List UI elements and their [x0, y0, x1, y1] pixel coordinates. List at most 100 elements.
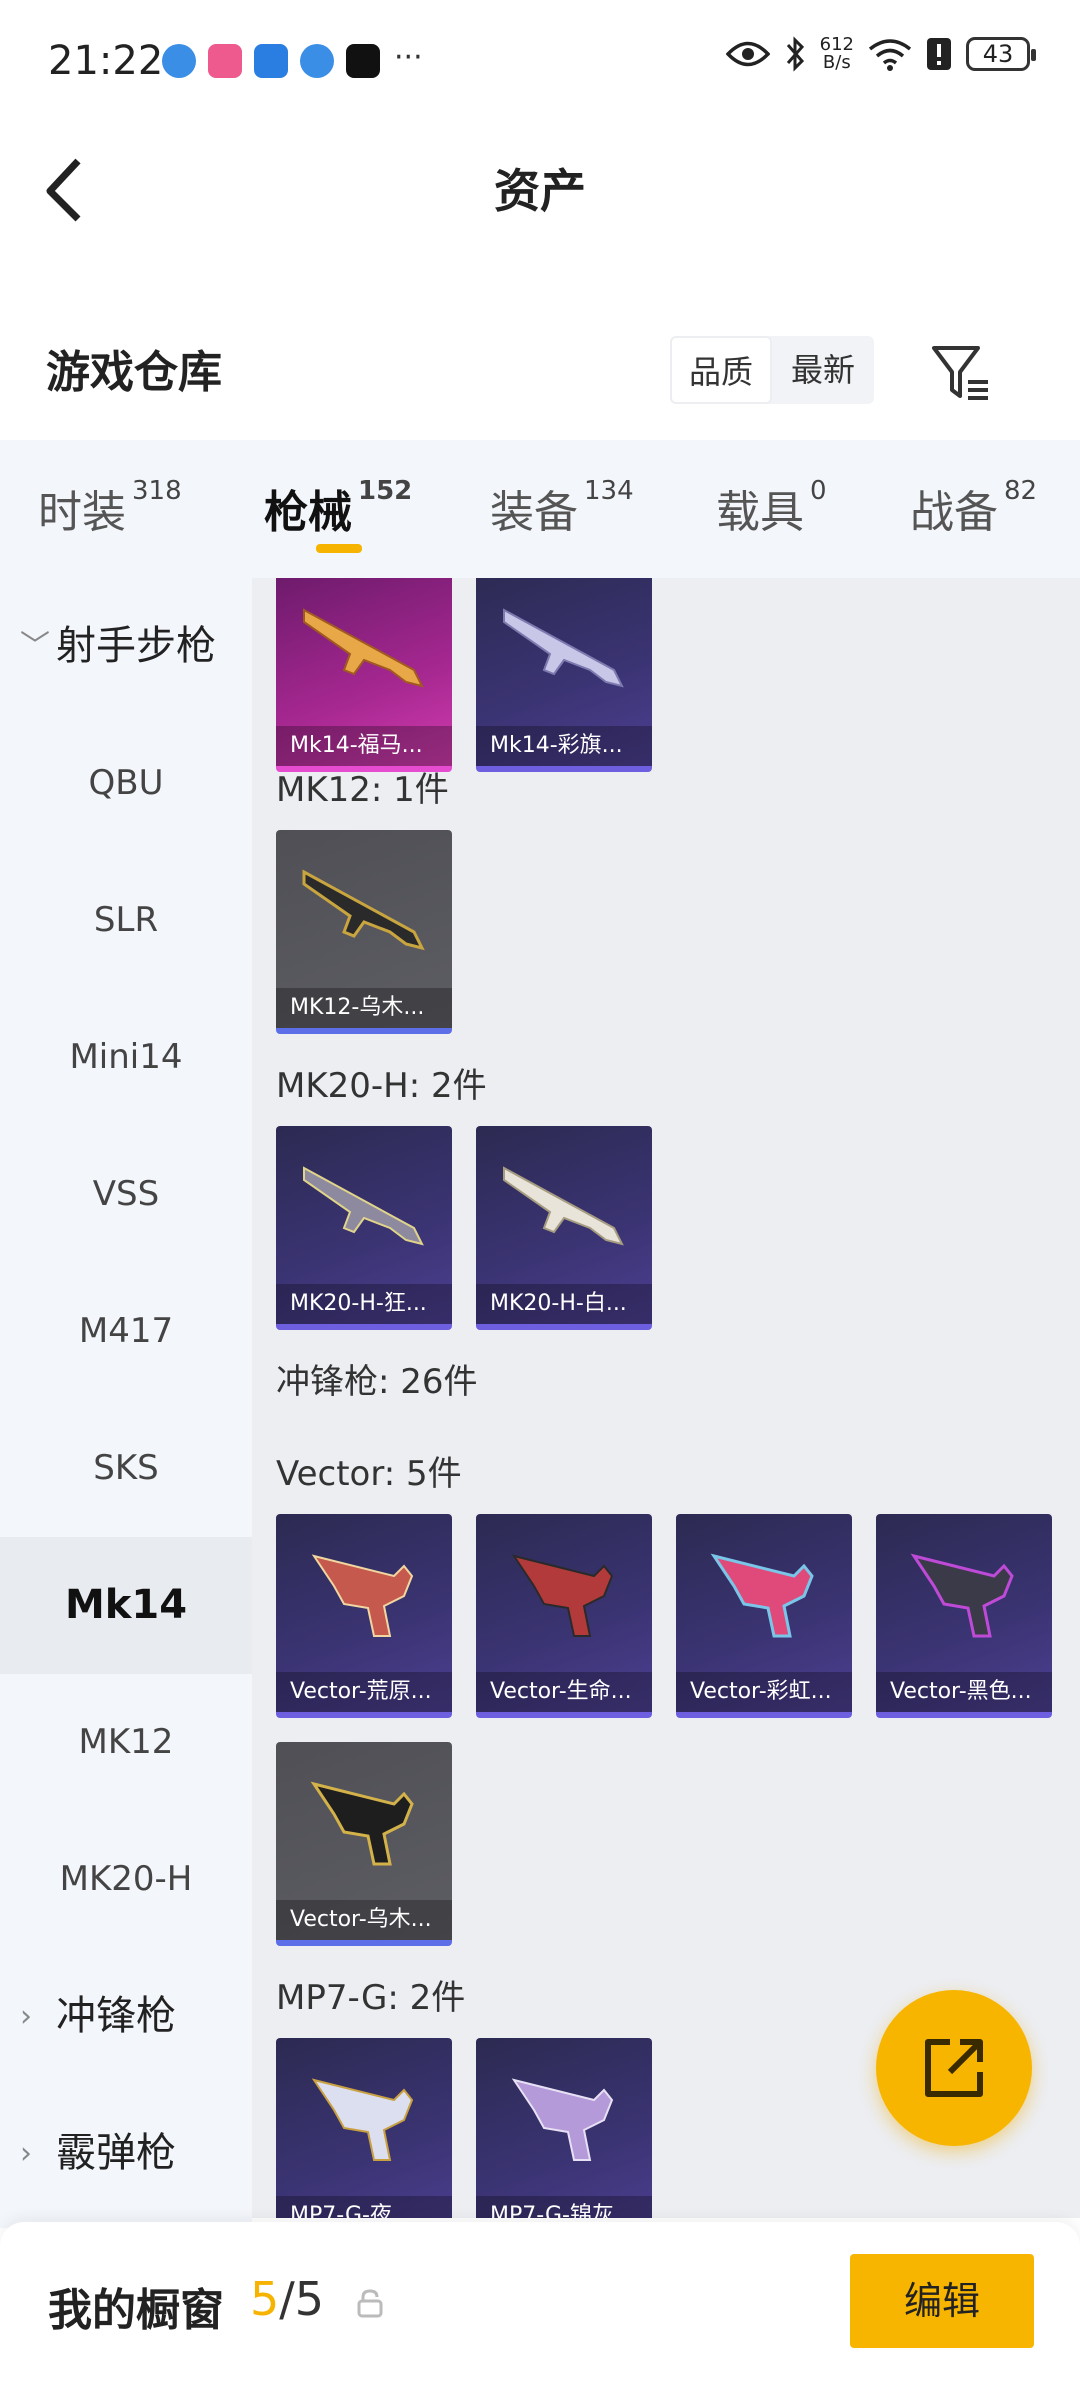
- item-card[interactable]: Vector-生命...: [476, 1514, 652, 1718]
- app-icon-pink: [208, 44, 242, 78]
- item-card[interactable]: Vector-黑色...: [876, 1514, 1052, 1718]
- smg-icon: [511, 1554, 614, 1637]
- sidebar-item-vss[interactable]: VSS: [0, 1126, 252, 1263]
- sidebar-item-mk14[interactable]: Mk14: [0, 1537, 252, 1674]
- tab-label: 战备: [910, 487, 998, 538]
- item-name: MK12-乌木...: [276, 988, 452, 1028]
- rifle-icon: [302, 869, 425, 951]
- item-card[interactable]: Vector-乌木...: [276, 1742, 452, 1946]
- item-name: MP7-G-夜...: [276, 2196, 452, 2218]
- item-name: Vector-生命...: [476, 1672, 652, 1712]
- battery-indicator: 43: [966, 37, 1036, 71]
- item-card[interactable]: MK20-H-白...: [476, 1126, 652, 1330]
- wifi-icon: [868, 39, 912, 71]
- lock-icon: [357, 2289, 383, 2318]
- sort-latest-button[interactable]: 最新: [772, 336, 874, 404]
- rifle-icon: [503, 608, 624, 688]
- section-title: 游戏仓库: [46, 347, 222, 398]
- items-grid: Mk14-福马... Mk14-彩旗... MK12: 1件 MK12-乌木..…: [252, 578, 1080, 2218]
- item-name: MK20-H-白...: [476, 1284, 652, 1324]
- sidebar-item-m417[interactable]: M417: [0, 1263, 252, 1400]
- edit-button[interactable]: 编辑: [850, 2254, 1034, 2348]
- app-icon-browser: [162, 44, 196, 78]
- group-heading: MK12: 1件: [276, 770, 449, 810]
- smg-icon: [311, 2078, 414, 2161]
- sidebar-item-slr[interactable]: SLR: [0, 852, 252, 989]
- chevron-right-icon: ›: [20, 1999, 32, 2034]
- tab-count: 152: [358, 476, 413, 506]
- item-card[interactable]: MK20-H-狂...: [276, 1126, 452, 1330]
- tab-count: 0: [810, 476, 827, 506]
- sidebar-item-mk12[interactable]: MK12: [0, 1674, 252, 1811]
- bluetooth-app-icon: [254, 44, 288, 78]
- sidebar-item-sks[interactable]: SKS: [0, 1400, 252, 1537]
- smg-icon: [910, 1553, 1014, 1638]
- sort-toggle: 品质 最新: [670, 336, 874, 404]
- active-tab-indicator: [316, 544, 362, 553]
- status-time: 21:22: [48, 38, 164, 84]
- sidebar-item-label: 冲锋枪: [56, 1993, 176, 2039]
- network-speed: 612 B/s: [820, 36, 854, 72]
- item-name: Mk14-彩旗...: [476, 726, 652, 766]
- tab-label: 枪械: [264, 487, 352, 538]
- item-name: MP7-G-锦灰...: [476, 2196, 652, 2218]
- tab-label: 载具: [716, 487, 804, 538]
- chevron-down-icon: ﹀: [20, 629, 50, 664]
- tab-equipment[interactable]: 装备 134: [490, 476, 634, 540]
- item-card[interactable]: Vector-彩虹...: [676, 1514, 852, 1718]
- more-notifications-icon: ···: [394, 40, 423, 75]
- sidebar-item-mini14[interactable]: Mini14: [0, 989, 252, 1126]
- sidebar-item-label: 射手步枪: [56, 623, 216, 669]
- weapon-sidebar: ﹀ 射手步枪 QBU SLR Mini14 VSS M417 SKS Mk14 …: [0, 578, 252, 2228]
- item-card[interactable]: MP7-G-锦灰...: [476, 2038, 652, 2218]
- smg-icon: [310, 1781, 414, 1866]
- showcase-count: 5/5: [250, 2272, 324, 2326]
- status-bar: 21:22 ··· 612 B/s 43: [0, 0, 1080, 125]
- external-link-icon: [925, 2039, 983, 2097]
- item-card[interactable]: Mk14-彩旗...: [476, 578, 652, 772]
- item-card[interactable]: Mk14-福马...: [276, 578, 452, 772]
- tab-firearms[interactable]: 枪械 152: [264, 476, 412, 540]
- sidebar-group-smg[interactable]: › 冲锋枪: [0, 1948, 252, 2085]
- filter-icon[interactable]: [930, 342, 990, 402]
- smg-icon: [311, 1554, 414, 1637]
- showcase-separator: /: [279, 2272, 295, 2326]
- item-card[interactable]: MK12-乌木...: [276, 830, 452, 1034]
- sidebar-group-marksman[interactable]: ﹀ 射手步枪: [0, 578, 252, 715]
- sort-quality-button[interactable]: 品质: [670, 336, 772, 404]
- rifle-icon: [303, 1166, 424, 1246]
- page-title: 资产: [494, 164, 586, 218]
- showcase-bar: 我的橱窗 5/5 编辑: [0, 2222, 1080, 2382]
- sidebar-item-label: 霰弹枪: [56, 2130, 176, 2176]
- sidebar-group-shotgun[interactable]: › 霰弹枪: [0, 2085, 252, 2222]
- showcase-label: 我的橱窗: [48, 2285, 224, 2336]
- tab-supplies[interactable]: 战备 82: [910, 476, 1037, 540]
- tab-label: 装备: [490, 487, 578, 538]
- category-heading: 冲锋枪: 26件: [276, 1362, 478, 1402]
- category-tabs: 时装 318 枪械 152 装备 134 载具 0 战备 82: [0, 440, 1080, 578]
- showcase-current: 5: [250, 2272, 280, 2326]
- alert-icon: [927, 38, 951, 70]
- group-heading: Vector: 5件: [276, 1454, 462, 1494]
- tab-vehicles[interactable]: 载具 0: [716, 476, 827, 540]
- item-name: Vector-乌木...: [276, 1900, 452, 1940]
- bluetooth-icon: [786, 36, 804, 72]
- item-name: Vector-彩虹...: [676, 1672, 852, 1712]
- item-card[interactable]: MP7-G-夜...: [276, 2038, 452, 2218]
- rifle-icon: [303, 608, 424, 688]
- item-name: Mk14-福马...: [276, 726, 452, 766]
- eye-icon: [725, 41, 770, 67]
- item-name: Vector-黑色...: [876, 1672, 1052, 1712]
- item-card[interactable]: Vector-荒原...: [276, 1514, 452, 1718]
- warehouse-header: 游戏仓库 品质 最新: [0, 300, 1080, 440]
- rifle-icon: [503, 1166, 624, 1246]
- sidebar-item-qbu[interactable]: QBU: [0, 715, 252, 852]
- tab-fashion[interactable]: 时装 318: [38, 476, 182, 540]
- title-bar: 资产: [0, 125, 1080, 255]
- item-name: MK20-H-狂...: [276, 1284, 452, 1324]
- tiktok-icon: [346, 44, 380, 78]
- sidebar-item-mk20h[interactable]: MK20-H: [0, 1811, 252, 1948]
- tab-count: 318: [132, 476, 182, 506]
- share-fab-button[interactable]: [876, 1990, 1032, 2146]
- showcase-total: 5: [294, 2272, 325, 2326]
